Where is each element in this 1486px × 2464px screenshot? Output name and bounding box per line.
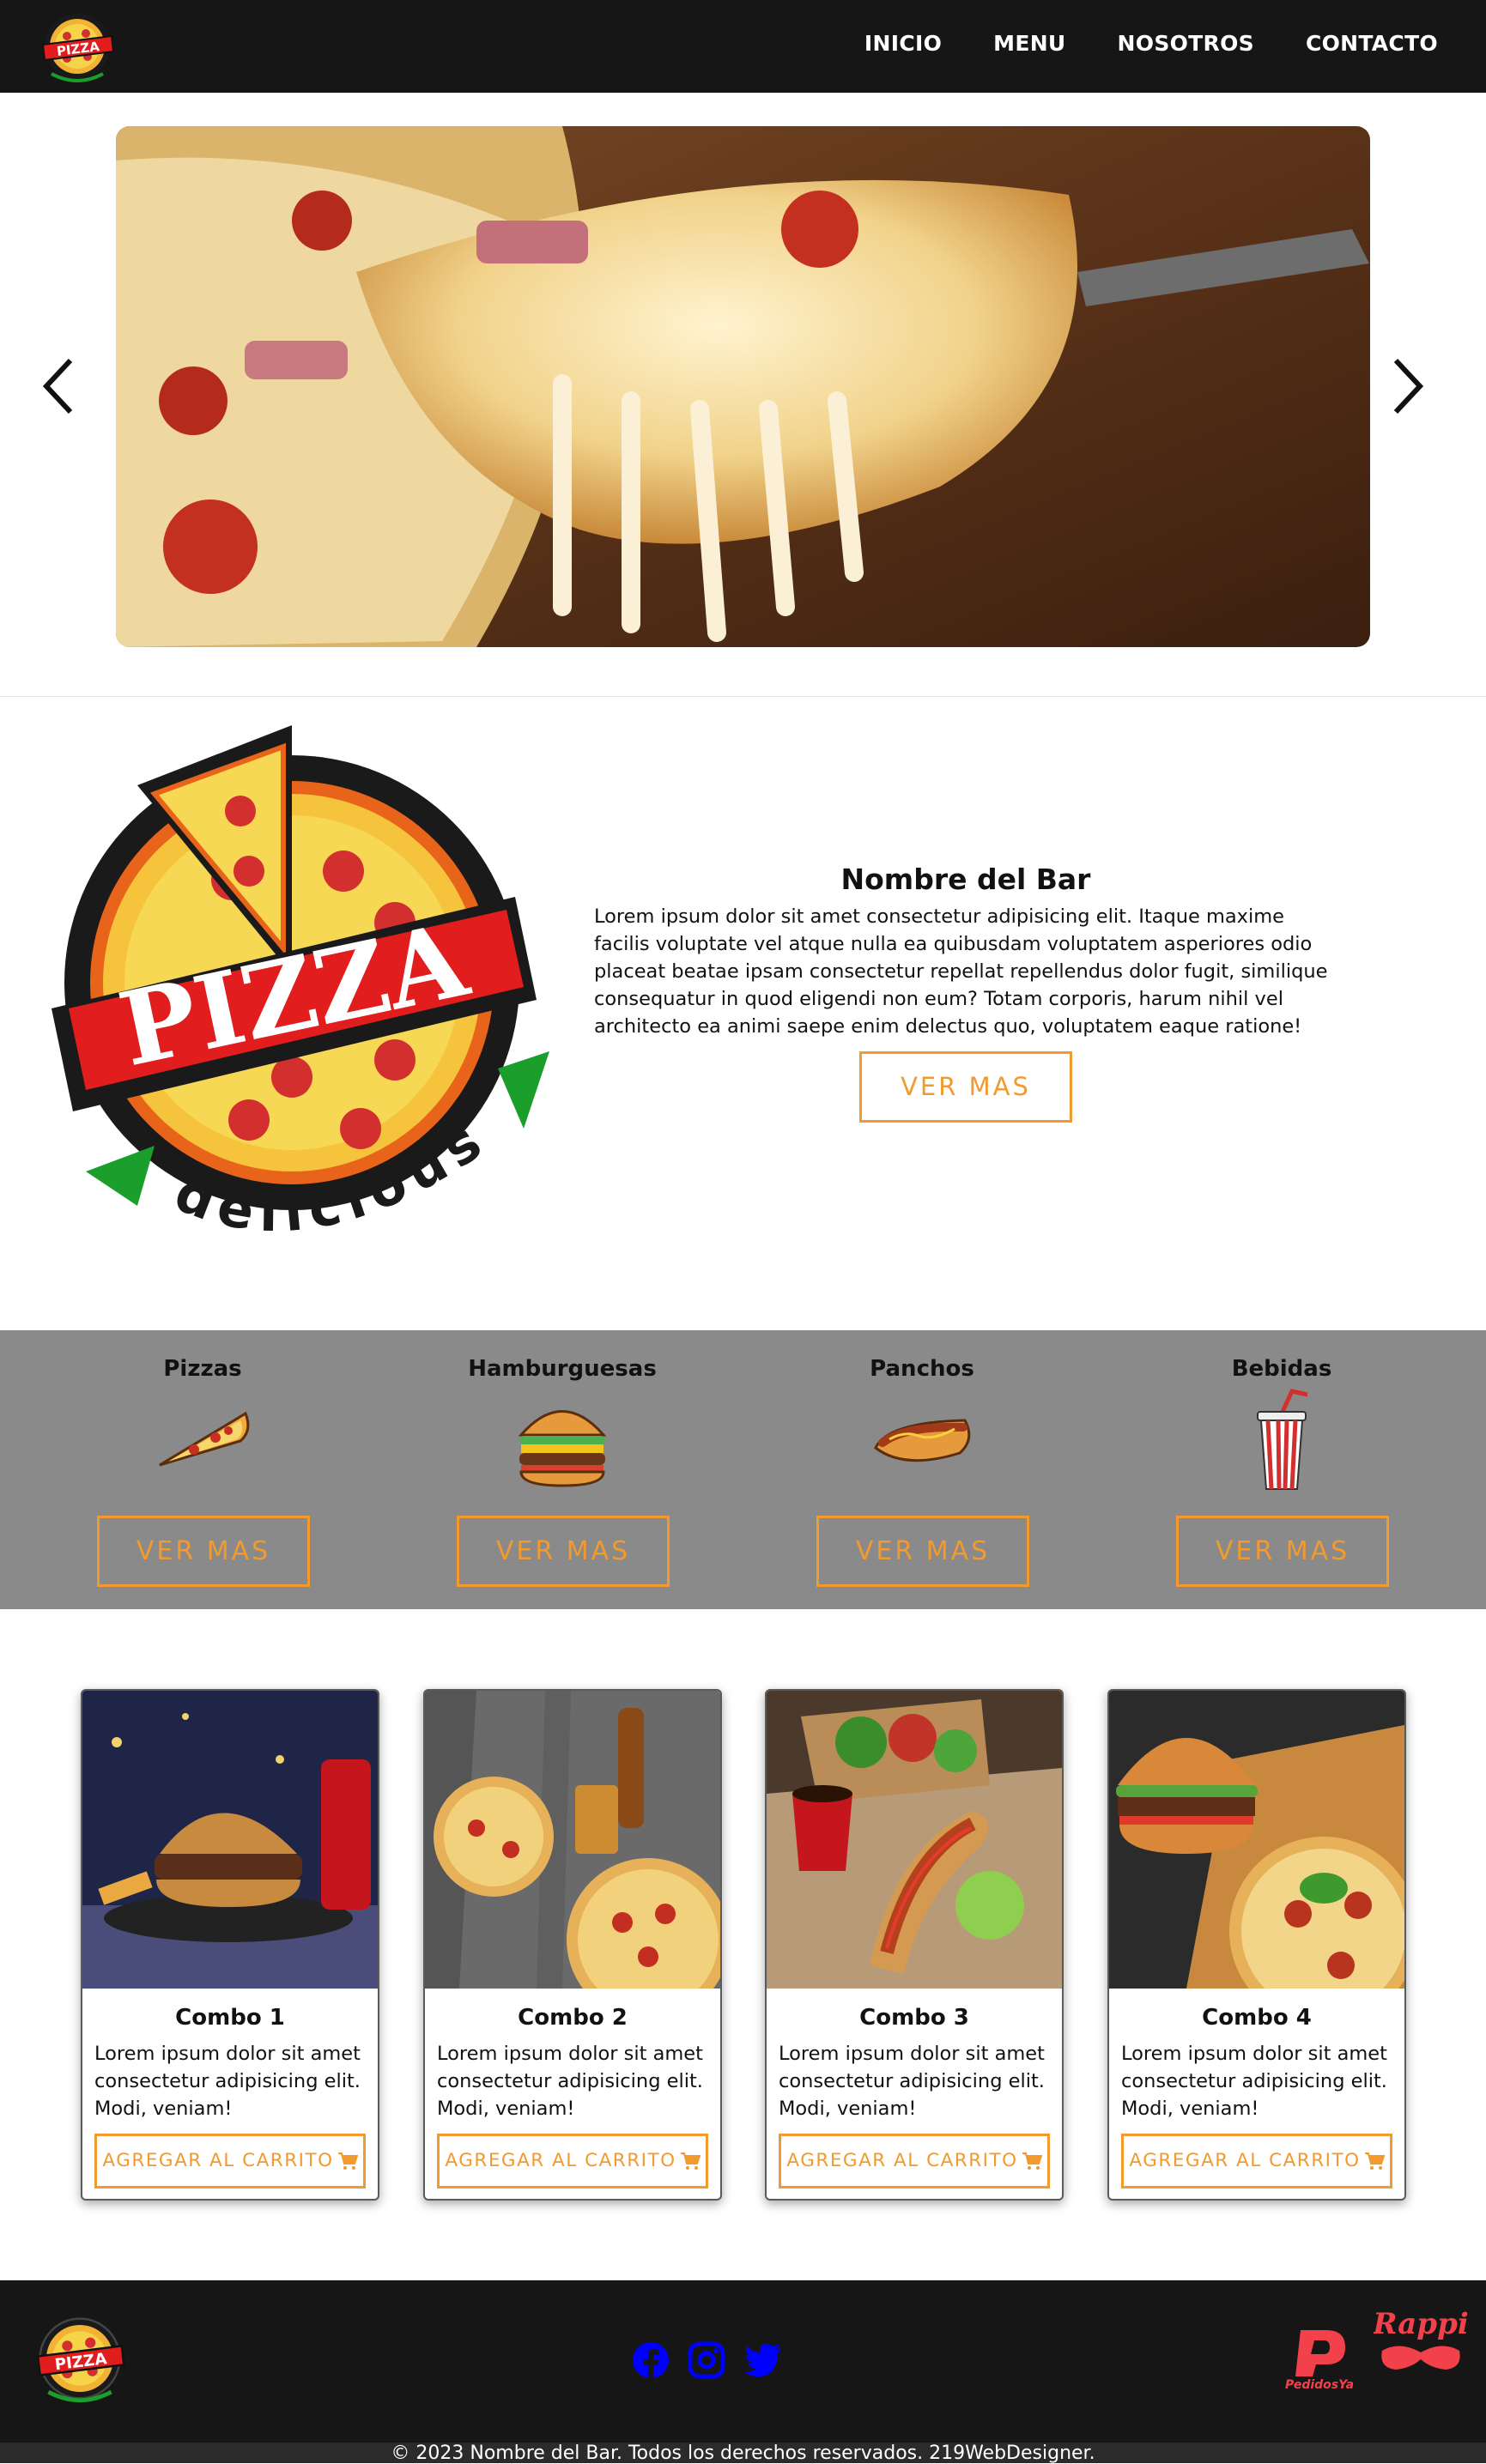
cart-icon xyxy=(1364,2152,1385,2170)
cart-icon xyxy=(337,2152,358,2170)
carousel-next-arrow-icon[interactable] xyxy=(1379,352,1430,421)
category-ver-mas-button[interactable]: VER MAS xyxy=(97,1516,310,1587)
pedidosya-label: PedidosYa xyxy=(1285,2378,1354,2392)
add-to-cart-button[interactable]: AGREGAR AL CARRITO xyxy=(1121,2134,1392,2189)
category-title: Hamburguesas xyxy=(468,1356,657,1382)
category-ver-mas-button[interactable]: VER MAS xyxy=(816,1516,1029,1587)
twitter-icon[interactable] xyxy=(743,2340,783,2380)
nav-link-menu[interactable]: MENU xyxy=(993,31,1065,56)
cart-icon xyxy=(680,2152,701,2170)
soda-cup-icon xyxy=(1257,1389,1308,1490)
add-to-cart-label: AGREGAR AL CARRITO xyxy=(1129,2150,1361,2171)
pizza-logo[interactable]: PIZZA xyxy=(27,2306,132,2411)
burger-icon xyxy=(518,1410,607,1487)
section-divider xyxy=(0,696,1486,697)
combo-card-1: Combo 1 Lorem ipsum dolor sit amet conse… xyxy=(81,1689,379,2201)
category-title: Bebidas xyxy=(1231,1356,1332,1382)
footer: PIZZA PedidosYa Rappi xyxy=(0,2280,1486,2463)
carousel-prev-arrow-icon[interactable] xyxy=(36,352,88,421)
add-to-cart-label: AGREGAR AL CARRITO xyxy=(445,2150,676,2171)
nav-link-contacto[interactable]: CONTACTO xyxy=(1306,31,1438,56)
combo-card-2: Combo 2 Lorem ipsum dolor sit amet conse… xyxy=(423,1689,722,2201)
combo-description: Lorem ipsum dolor sit amet consectetur a… xyxy=(94,2043,361,2120)
pizza-slice-icon xyxy=(159,1411,250,1467)
pizza-logo[interactable]: PIZZA xyxy=(34,3,120,89)
combo-title: Combo 4 xyxy=(1202,2005,1312,2031)
category-hamburguesas: Hamburguesas VER MAS xyxy=(434,1330,691,1609)
category-bebidas: Bebidas VER MAS xyxy=(1153,1330,1410,1609)
combo-1-image xyxy=(82,1691,378,1989)
facebook-icon[interactable] xyxy=(631,2340,670,2380)
combo-title: Combo 3 xyxy=(859,2005,969,2031)
combo-card-3: Combo 3 Lorem ipsum dolor sit amet conse… xyxy=(765,1689,1064,2201)
category-title: Pizzas xyxy=(163,1356,242,1382)
add-to-cart-button[interactable]: AGREGAR AL CARRITO xyxy=(779,2134,1050,2189)
nav-link-nosotros[interactable]: NOSOTROS xyxy=(1118,31,1254,56)
combo-card-4: Combo 4 Lorem ipsum dolor sit amet conse… xyxy=(1107,1689,1406,2201)
combo-3-image xyxy=(767,1691,1062,1989)
nav-links: INICIO MENU NOSOTROS CONTACTO xyxy=(864,31,1438,56)
add-to-cart-label: AGREGAR AL CARRITO xyxy=(102,2150,334,2171)
combo-description: Lorem ipsum dolor sit amet consectetur a… xyxy=(779,2043,1045,2120)
category-title: Panchos xyxy=(870,1356,974,1382)
copyright-text: © 2023 Nombre del Bar. Todos los derecho… xyxy=(391,2443,1095,2464)
combo-description: Lorem ipsum dolor sit amet consectetur a… xyxy=(1121,2043,1387,2120)
nav-link-inicio[interactable]: INICIO xyxy=(864,31,942,56)
instagram-icon[interactable] xyxy=(687,2340,726,2380)
combo-4-image xyxy=(1109,1691,1404,1989)
categories-section: Pizzas VER MAS Hamburguesas VER MAS Panc… xyxy=(0,1330,1486,1609)
combo-description: Lorem ipsum dolor sit amet consectetur a… xyxy=(437,2043,703,2120)
hero-pizza-image xyxy=(116,126,1370,647)
combo-title: Combo 1 xyxy=(175,2005,285,2031)
add-to-cart-button[interactable]: AGREGAR AL CARRITO xyxy=(437,2134,708,2189)
add-to-cart-label: AGREGAR AL CARRITO xyxy=(786,2150,1018,2171)
pedidosya-logo[interactable]: PedidosYa xyxy=(1277,2323,1362,2392)
category-ver-mas-button[interactable]: VER MAS xyxy=(1176,1516,1389,1587)
about-ver-mas-button[interactable]: VER MAS xyxy=(859,1051,1072,1123)
navbar: PIZZA INICIO MENU NOSOTROS CONTACTO xyxy=(0,0,1486,93)
rappi-label: Rappi xyxy=(1374,2307,1468,2341)
category-pizzas: Pizzas VER MAS xyxy=(74,1330,331,1609)
category-panchos: Panchos VER MAS xyxy=(793,1330,1051,1609)
category-ver-mas-button[interactable]: VER MAS xyxy=(457,1516,670,1587)
add-to-cart-button[interactable]: AGREGAR AL CARRITO xyxy=(94,2134,366,2189)
pizza-delicious-logo: PIZZA delicious xyxy=(52,725,549,1244)
about-description: Lorem ipsum dolor sit amet consectetur a… xyxy=(594,905,1328,1038)
rappi-logo[interactable]: Rappi xyxy=(1374,2306,1468,2383)
combo-title: Combo 2 xyxy=(518,2005,628,2031)
cart-icon xyxy=(1022,2152,1042,2170)
hotdog-icon xyxy=(874,1419,971,1462)
about-title: Nombre del Bar xyxy=(840,863,1091,896)
combo-2-image xyxy=(425,1691,720,1989)
